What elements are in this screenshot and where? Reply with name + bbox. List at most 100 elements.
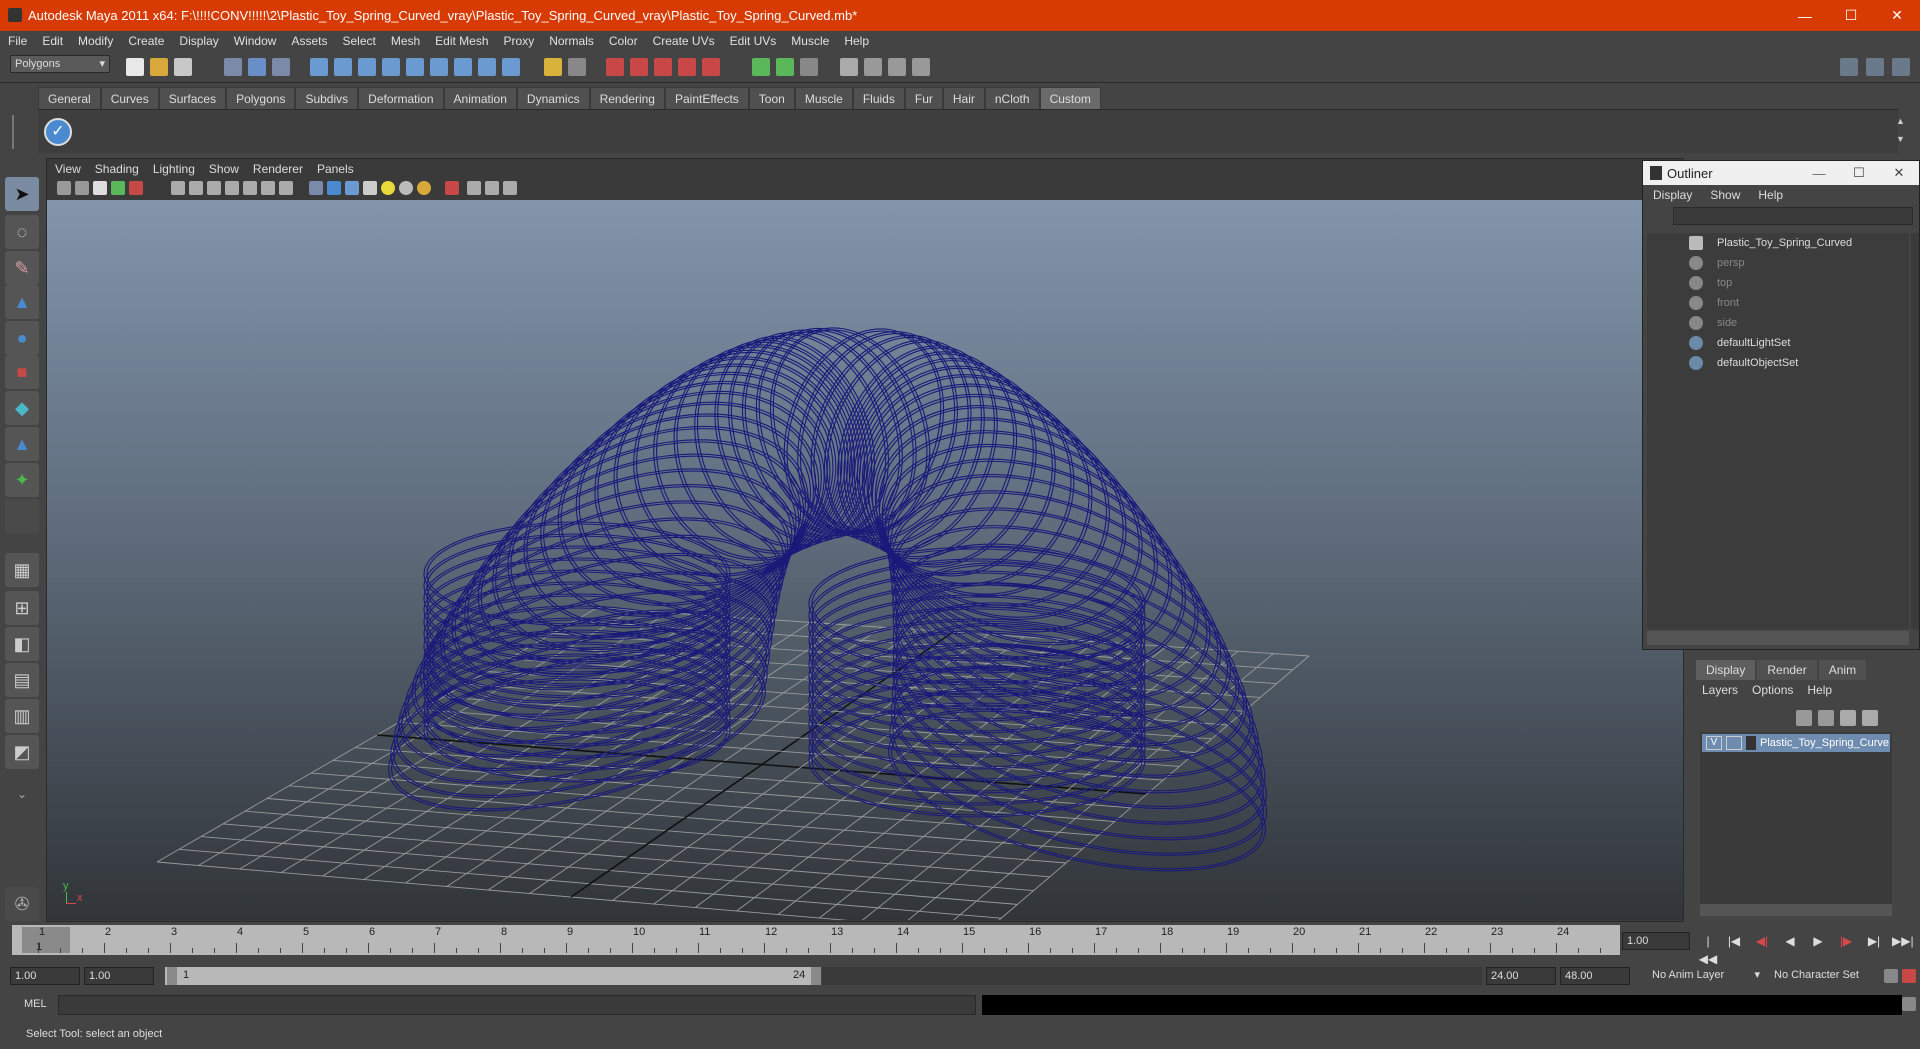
channel-box-toggle-icon[interactable] <box>1892 58 1910 76</box>
rotate-tool-icon[interactable]: ● <box>5 321 39 355</box>
play-backwards-button[interactable]: ◀ <box>1780 932 1800 950</box>
select-surface-icon[interactable] <box>382 58 400 76</box>
outliner-menu-help[interactable]: Help <box>1758 188 1783 202</box>
menu-mesh[interactable]: Mesh <box>391 34 420 48</box>
isolate-select-icon[interactable] <box>445 181 459 195</box>
soft-modification-icon[interactable]: ▲ <box>5 427 39 461</box>
animation-start-field[interactable]: 1.00 <box>10 967 80 985</box>
time-slider[interactable]: 1 1 2 3 4 5 6 7 8 9 10 11 12 13 14 15 16 17 18 19 20 21 22 23 2… <box>12 925 1620 955</box>
paint-select-tool-icon[interactable]: ✎ <box>5 251 39 285</box>
construction-history-icon[interactable] <box>800 58 818 76</box>
go-to-end-button[interactable]: ▶▶| <box>1892 932 1914 950</box>
spring-wireframe[interactable] <box>373 305 1284 902</box>
wireframe-icon[interactable] <box>309 181 323 195</box>
layer-horizontal-scrollbar[interactable] <box>1700 904 1892 916</box>
shelf-scroll-up-icon[interactable]: ▲ <box>1896 116 1908 128</box>
help-icon[interactable] <box>502 58 520 76</box>
layer-tab-render[interactable]: Render <box>1757 660 1817 680</box>
outliner-vertical-scrollbar[interactable] <box>1911 233 1919 629</box>
perspective-viewport[interactable]: y x <box>47 200 1683 920</box>
select-deformation-icon[interactable] <box>406 58 424 76</box>
viewport-menu-lighting[interactable]: Lighting <box>153 162 195 176</box>
script-editor-icon[interactable] <box>1902 997 1916 1011</box>
shelf-tab-dynamics[interactable]: Dynamics <box>516 87 590 109</box>
image-plane-icon[interactable] <box>111 181 125 195</box>
shelf-tab-general[interactable]: General <box>38 87 101 109</box>
shelf-tab-surfaces[interactable]: Surfaces <box>158 87 227 109</box>
layer-color-swatch[interactable] <box>1746 736 1756 750</box>
make-live-icon[interactable] <box>702 58 720 76</box>
bookmark-icon[interactable] <box>93 181 107 195</box>
viewport-menu-show[interactable]: Show <box>209 162 239 176</box>
checkmark-icon[interactable]: ✓ <box>44 118 72 146</box>
shelf-tab-curves[interactable]: Curves <box>100 87 159 109</box>
universal-manipulator-icon[interactable]: ◆ <box>5 391 39 425</box>
snap-view-plane-icon[interactable] <box>678 58 696 76</box>
lock-selection-icon[interactable] <box>544 58 562 76</box>
render-current-frame-icon[interactable] <box>864 58 882 76</box>
move-layer-down-icon[interactable] <box>1818 710 1834 726</box>
range-slider[interactable]: 1 24 <box>165 967 821 985</box>
menu-set-dropdown[interactable]: Polygons ▾ <box>10 55 110 73</box>
render-settings-icon[interactable] <box>912 58 930 76</box>
step-forward-frame-button[interactable]: |▶ <box>1836 932 1856 950</box>
viewport-menu-panels[interactable]: Panels <box>317 162 354 176</box>
save-scene-icon[interactable] <box>174 58 192 76</box>
shelf-tab-subdivs[interactable]: Subdivs <box>295 87 359 109</box>
minimize-button[interactable]: — <box>1782 0 1828 31</box>
shelf-tab-toon[interactable]: Toon <box>748 87 795 109</box>
menu-help[interactable]: Help <box>844 34 869 48</box>
highlight-selection-icon[interactable] <box>568 58 586 76</box>
create-empty-layer-icon[interactable] <box>1840 710 1856 726</box>
outliner-maximize-button[interactable]: ☐ <box>1839 165 1879 181</box>
smooth-shade-icon[interactable] <box>327 181 341 195</box>
outliner-close-button[interactable]: ✕ <box>1879 165 1919 181</box>
shelf-tab-painteffects[interactable]: PaintEffects <box>664 87 749 109</box>
menu-window[interactable]: Window <box>234 34 277 48</box>
xray-joints-icon[interactable] <box>485 181 499 195</box>
current-frame-field[interactable]: 1.00 <box>1622 932 1690 950</box>
select-handle-icon[interactable] <box>310 58 328 76</box>
layer-menu-options[interactable]: Options <box>1752 683 1793 697</box>
command-input[interactable] <box>58 995 976 1015</box>
viewport-menu-shading[interactable]: Shading <box>95 162 139 176</box>
playback-end-field[interactable]: 24.00 <box>1486 967 1556 985</box>
menu-modify[interactable]: Modify <box>78 34 113 48</box>
snap-grid-icon[interactable] <box>606 58 624 76</box>
current-time-marker[interactable]: 1 <box>22 927 70 953</box>
camera-select-icon[interactable] <box>57 181 71 195</box>
outliner-item-top[interactable]: top <box>1647 273 1909 293</box>
outliner-minimize-button[interactable]: — <box>1799 166 1839 181</box>
shelf-tab-fluids[interactable]: Fluids <box>852 87 905 109</box>
outliner-item-front[interactable]: front <box>1647 293 1909 313</box>
hypershade-layout-icon[interactable]: ▥ <box>5 699 39 733</box>
menu-normals[interactable]: Normals <box>549 34 594 48</box>
menu-color[interactable]: Color <box>609 34 638 48</box>
safe-title-icon[interactable] <box>279 181 293 195</box>
select-curve-icon[interactable] <box>358 58 376 76</box>
persp-uv-layout-icon[interactable]: ◩ <box>5 735 39 769</box>
layer-visibility-toggle[interactable]: V <box>1706 736 1722 750</box>
select-hierarchy-icon[interactable] <box>224 58 242 76</box>
shelf-tab-hair[interactable]: Hair <box>942 87 985 109</box>
menu-edit[interactable]: Edit <box>42 34 63 48</box>
all-lights-icon[interactable] <box>399 181 413 195</box>
shelf-tab-rendering[interactable]: Rendering <box>589 87 665 109</box>
input-history-icon[interactable] <box>752 58 770 76</box>
select-joint-icon[interactable] <box>334 58 352 76</box>
select-component-icon[interactable] <box>272 58 290 76</box>
select-tool-icon[interactable]: ➤ <box>5 177 39 211</box>
shelf-tab-animation[interactable]: Animation <box>443 87 517 109</box>
step-back-key-button[interactable]: |◀ <box>1724 932 1744 950</box>
attribute-editor-toggle-icon[interactable] <box>1840 58 1858 76</box>
layer-tab-anim[interactable]: Anim <box>1818 660 1867 680</box>
new-scene-icon[interactable] <box>126 58 144 76</box>
outliner-horizontal-scrollbar[interactable] <box>1647 631 1909 645</box>
menu-assets[interactable]: Assets <box>291 34 327 48</box>
output-history-icon[interactable] <box>776 58 794 76</box>
outliner-menu-show[interactable]: Show <box>1710 188 1740 202</box>
layer-display-type-toggle[interactable] <box>1726 736 1742 750</box>
shelf-tab-ncloth[interactable]: nCloth <box>984 87 1040 109</box>
scale-tool-icon[interactable]: ■ <box>5 355 39 389</box>
outliner-item-persp[interactable]: persp <box>1647 253 1909 273</box>
